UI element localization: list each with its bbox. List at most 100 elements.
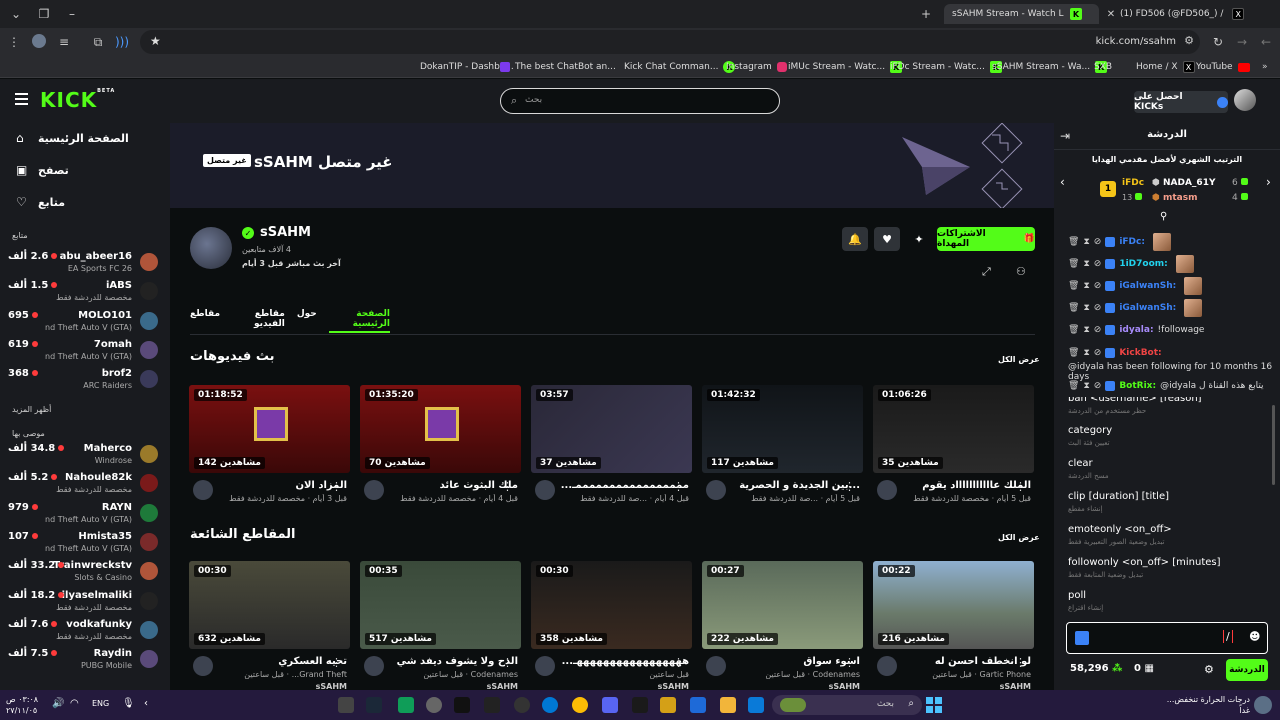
bookmark-item[interactable]: YouTube xyxy=(1196,60,1250,74)
store-icon[interactable] xyxy=(748,697,764,713)
reload-icon[interactable]: ↻ xyxy=(1210,34,1226,50)
tune-icon[interactable]: ⚙ xyxy=(1184,34,1194,47)
share-icon[interactable]: ⤢ xyxy=(982,265,991,279)
command-suggestion[interactable]: ban <username> [reason] حظر مستخدم من الد… xyxy=(1068,397,1268,415)
timeout-icon[interactable]: ⧗ xyxy=(1083,237,1089,247)
bookmark-item[interactable]: sSAHM Stream - Wa... K xyxy=(992,60,1108,74)
ban-icon[interactable]: ⊘ xyxy=(1094,237,1102,247)
video-thumbnail[interactable]: 00:27 222 مشاهدين xyxy=(702,561,863,649)
delete-icon[interactable]: 🗑 xyxy=(1068,348,1079,358)
video-thumbnail[interactable]: 00:30 632 مشاهدين xyxy=(189,561,350,649)
delete-icon[interactable]: 🗑 xyxy=(1068,303,1079,313)
command-suggestion[interactable]: clear مسح الدردشة xyxy=(1068,458,1268,480)
sidebar-channel-row[interactable]: ilyaselmaliki مخصصة للدردشة فقط 18.2 ألف xyxy=(8,590,162,616)
minimize-icon[interactable]: – xyxy=(64,6,80,22)
search-input[interactable]: ⌕ بحث xyxy=(500,88,780,114)
tray-chevron-icon[interactable]: ‹ xyxy=(144,698,148,709)
shield-app-icon[interactable] xyxy=(690,697,706,713)
chat-username[interactable]: 1iD7oom: xyxy=(1119,259,1167,269)
ban-icon[interactable]: ⊘ xyxy=(1094,381,1102,391)
restore-icon[interactable]: ❐ xyxy=(36,6,52,22)
emote-icon[interactable]: ☻ xyxy=(1249,630,1260,643)
app-icon[interactable] xyxy=(398,697,414,713)
settings-app-icon[interactable] xyxy=(426,697,442,713)
bookmark-item[interactable]: The best ChatBot an... xyxy=(500,60,616,74)
video-title[interactable]: المزاد الان xyxy=(217,480,347,491)
clock[interactable]: ٠٣:٠٨ ص ٢٧/١١/٠٥ xyxy=(6,694,38,716)
video-title[interactable]: هههههههههههههههههـ... xyxy=(559,656,689,667)
user-add-icon[interactable]: ⚇ xyxy=(1016,265,1026,278)
video-title[interactable]: اسوء سواق xyxy=(730,656,860,667)
tab-home[interactable]: الصفحة الرئيسية xyxy=(328,309,390,333)
video-thumbnail[interactable]: 01:18:52 142 مشاهدين xyxy=(189,385,350,473)
notifications-button[interactable]: 🔔 xyxy=(842,227,868,251)
wifi-icon[interactable]: ◠ xyxy=(70,698,79,709)
more-options-icon[interactable]: ⋮ xyxy=(673,656,684,669)
timeout-icon[interactable]: ⧗ xyxy=(1083,348,1089,358)
chat-message[interactable]: 🗑 ⧗ ⊘ iFDc: xyxy=(1068,233,1274,251)
delete-icon[interactable]: 🗑 xyxy=(1068,281,1079,291)
chat-message[interactable]: 🗑 ⧗ ⊘ iGalwanSh: xyxy=(1068,299,1274,317)
sidebar-channel-row[interactable]: vodkafunky مخصصة للدردشة فقط 7.6 ألف xyxy=(8,619,162,645)
more-options-icon[interactable]: ⋮ xyxy=(673,480,684,493)
timeout-icon[interactable]: ⧗ xyxy=(1083,281,1089,291)
chat-username[interactable]: KickBot: xyxy=(1119,348,1161,358)
show-more-link[interactable]: أظهر المزيد xyxy=(12,405,51,414)
edge-icon[interactable] xyxy=(542,697,558,713)
star-icon[interactable]: ★ xyxy=(150,34,161,48)
chat-username[interactable]: idyala: xyxy=(1119,325,1153,335)
command-suggestion[interactable]: emoteonly <on_off> تبديل وضعية الصور التع… xyxy=(1068,524,1268,546)
sidebar-item-home[interactable]: ⌂ الصفحة الرئيسية xyxy=(14,129,164,149)
timeout-icon[interactable]: ⧗ xyxy=(1083,259,1089,269)
video-thumbnail[interactable]: 00:35 517 مشاهدين xyxy=(360,561,521,649)
timeout-icon[interactable]: ⧗ xyxy=(1083,303,1089,313)
tab-videos[interactable]: مقاطع الفيديو xyxy=(232,309,285,333)
bookmark-item[interactable]: Home / X X xyxy=(1136,60,1195,74)
discord-icon[interactable] xyxy=(602,697,618,713)
tab-search-icon[interactable]: ⌄ xyxy=(8,6,24,22)
tab-ssahm[interactable]: sSAHM Stream - Watch Live on K xyxy=(944,4,1099,24)
video-thumbnail[interactable]: 03:57 37 مشاهدين xyxy=(531,385,692,473)
sidebar-channel-row[interactable]: Trainwreckstv Slots & Casino 33.2 ألف xyxy=(8,560,162,586)
chat-input[interactable]: / ☻ xyxy=(1066,622,1268,654)
pinned-icon[interactable]: ⚲ xyxy=(1160,211,1167,222)
tab-x[interactable]: (1) FD506 (@FD506_) / X X xyxy=(1112,4,1252,24)
sidebar-channel-row[interactable]: iABS مخصصة للدردشة فقط 1.5 ألف xyxy=(8,280,162,306)
command-suggestion[interactable]: category تعيين فئة البث xyxy=(1068,425,1268,447)
video-thumbnail[interactable]: 01:42:32 117 مشاهدين xyxy=(702,385,863,473)
file-explorer-icon[interactable] xyxy=(660,697,676,713)
extensions-icon[interactable]: ⧉ xyxy=(90,34,106,50)
sidebar-icon[interactable]: ≡ xyxy=(56,34,72,50)
chat-message[interactable]: 🗑 ⧗ ⊘ idyala: !followage xyxy=(1068,325,1274,335)
video-thumbnail[interactable]: 00:22 216 مشاهدين xyxy=(873,561,1034,649)
weather-widget[interactable]: درجات الحرارة تنخفض... غداً xyxy=(1150,694,1250,716)
bookmark-item[interactable]: SXB xyxy=(1094,60,1112,74)
chat-username[interactable]: BotRix: xyxy=(1119,381,1156,391)
ban-icon[interactable]: ⊘ xyxy=(1094,303,1102,313)
video-thumbnail[interactable]: 00:30 358 مشاهدين xyxy=(531,561,692,649)
app-icon[interactable] xyxy=(454,697,470,713)
epic-games-icon[interactable] xyxy=(484,697,500,713)
clips-view-all-link[interactable]: عرض الكل xyxy=(998,533,1040,542)
delete-icon[interactable]: 🗑 xyxy=(1068,259,1079,269)
get-kicks-button[interactable]: احصل على KICKs xyxy=(1134,91,1228,113)
hamburger-menu-icon[interactable] xyxy=(15,93,28,105)
follow-button[interactable]: ♥ xyxy=(874,227,900,251)
sidebar-channel-row[interactable]: MOLO101 nd Theft Auto V (GTA) 695 xyxy=(8,310,162,336)
video-title[interactable]: لو انخطف احسن له xyxy=(901,656,1031,667)
ban-icon[interactable]: ⊘ xyxy=(1094,259,1102,269)
channel-avatar[interactable] xyxy=(190,227,232,269)
sidebar-channel-row[interactable]: 7omah nd Theft Auto V (GTA) 619 xyxy=(8,339,162,365)
send-chat-button[interactable]: الدردشة xyxy=(1226,659,1268,681)
timeout-icon[interactable]: ⧗ xyxy=(1083,325,1089,335)
commands-scrollbar[interactable] xyxy=(1272,405,1275,485)
start-button[interactable] xyxy=(926,697,942,713)
sidebar-channel-row[interactable]: Nahoule82k مخصصة للدردشة فقط 5.2 ألف xyxy=(8,472,162,498)
chat-message[interactable]: 🗑 ⧗ ⊘ BotRix: @idyala يتابع هذه القناة ل xyxy=(1068,381,1274,391)
gift-subs-button[interactable]: الاشتراكات المهداة 🎁 xyxy=(937,227,1035,251)
kick-logo[interactable]: KICKBETA xyxy=(40,88,115,112)
ban-icon[interactable]: ⊘ xyxy=(1094,281,1102,291)
sidebar-item-browse[interactable]: ▣ تصفح xyxy=(14,161,164,181)
sidebar-channel-row[interactable]: Hmista35 nd Theft Auto V (GTA) 107 xyxy=(8,531,162,557)
more-options-icon[interactable]: ⋮ xyxy=(1015,480,1026,493)
